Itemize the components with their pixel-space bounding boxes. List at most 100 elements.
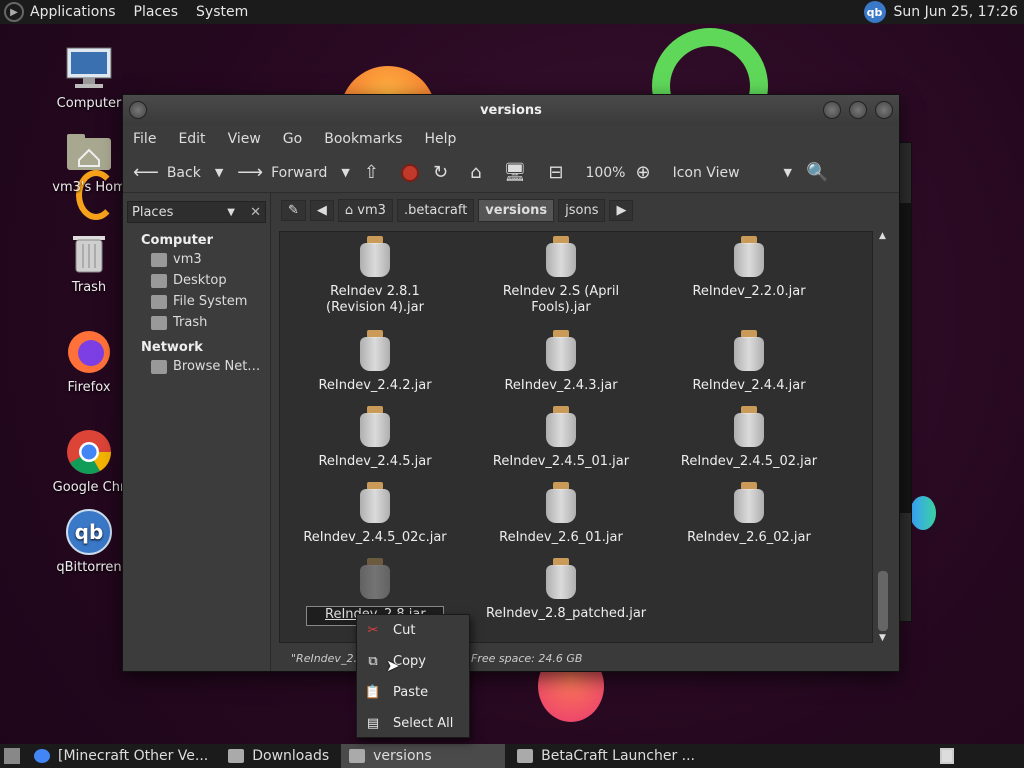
file-item[interactable]: ReIndev_2.4.5.jar: [300, 406, 450, 470]
menu-bookmarks[interactable]: Bookmarks: [324, 131, 402, 147]
window-titlebar[interactable]: versions: [123, 95, 899, 125]
desktop-icon-chrome[interactable]: Google Chr: [44, 428, 134, 495]
desktop-icon-label: Computer: [56, 96, 122, 111]
path-scroll-left-button[interactable]: ◀: [309, 199, 334, 221]
reload-icon: ↻: [432, 162, 449, 183]
menu-file[interactable]: File: [133, 131, 156, 147]
menu-item-paste[interactable]: 📋 Paste: [357, 677, 469, 708]
desktop-icon-label: qBittorren: [56, 560, 122, 575]
system-logo-icon[interactable]: ▶: [4, 2, 24, 22]
file-icon-view[interactable]: ReIndev 2.8.1 (Revision 4).jar ReIndev 2…: [279, 231, 873, 643]
jar-file-icon: [544, 406, 578, 448]
back-history-dropdown-icon[interactable]: ▼: [215, 166, 223, 179]
computer-icon: 🖥: [503, 162, 527, 183]
file-item[interactable]: ReIndev_2.6_01.jar: [486, 482, 636, 546]
up-button[interactable]: ⇧: [364, 162, 387, 183]
file-item[interactable]: ReIndev 2.8.1 (Revision 4).jar: [300, 236, 450, 316]
content-area: ✎ ◀ ⌂ vm3 .betacraft versions jsons ▶ Re…: [275, 193, 899, 671]
menu-edit[interactable]: Edit: [178, 131, 205, 147]
sidebar-selector[interactable]: Places ▼ ✕: [127, 201, 266, 223]
desktop-icon-trash[interactable]: Trash: [44, 228, 134, 295]
crumb-betacraft[interactable]: .betacraft: [396, 198, 475, 222]
qbittorrent-icon: qb: [65, 508, 113, 556]
home-icon: ⌂: [470, 162, 482, 183]
file-manager-window: versions File Edit View Go Bookmarks Hel…: [122, 94, 900, 672]
home-folder-icon: [151, 252, 167, 267]
file-item[interactable]: ReIndev_2.8_patched.jar: [486, 558, 646, 622]
desktop-icon-label: Firefox: [67, 380, 111, 395]
forward-history-dropdown-icon[interactable]: ▼: [341, 166, 349, 179]
workspace-switcher[interactable]: [940, 748, 954, 764]
sidebar-item-trash[interactable]: Trash: [151, 315, 270, 330]
file-item[interactable]: ReIndev_2.2.0.jar: [674, 236, 824, 300]
back-button[interactable]: ⟵ Back ▼: [133, 162, 223, 183]
file-item[interactable]: ReIndev_2.4.4.jar: [674, 330, 824, 394]
jar-file-icon: [732, 482, 766, 524]
sidebar-header-network: Network: [141, 340, 203, 355]
crumb-vm3[interactable]: ⌂ vm3: [337, 198, 393, 222]
menu-view[interactable]: View: [228, 131, 261, 147]
reload-button[interactable]: ↻: [433, 162, 456, 183]
forward-button[interactable]: ⟶ Forward ▼: [237, 162, 350, 183]
minimize-button[interactable]: [823, 101, 841, 119]
task-betacraft[interactable]: BetaCraft Launcher ...: [509, 744, 703, 768]
edit-location-button[interactable]: ✎: [281, 199, 306, 221]
firefox-icon: [65, 328, 113, 376]
menu-places[interactable]: Places: [134, 4, 179, 20]
sidebar-item-desktop[interactable]: Desktop: [151, 273, 270, 288]
scroll-down-icon[interactable]: ▼: [879, 633, 886, 643]
desktop-icon-computer[interactable]: Computer: [44, 44, 134, 111]
desktop-icon-firefox[interactable]: Firefox: [44, 328, 134, 395]
zoom-out-button[interactable]: ⊟: [548, 162, 571, 183]
sidebar: Places ▼ ✕ Computer vm3 Desktop File Sys…: [123, 193, 271, 671]
qbittorrent-tray-icon[interactable]: qb: [863, 1, 886, 23]
window-menu-button[interactable]: [129, 101, 147, 119]
search-button[interactable]: 🔍: [806, 162, 836, 183]
sidebar-item-filesystem[interactable]: File System: [151, 294, 270, 309]
scrollbar-thumb[interactable]: [878, 571, 888, 631]
file-item[interactable]: ReIndev_2.4.5_02.jar: [674, 406, 824, 470]
task-minecraft-chrome[interactable]: [Minecraft Other Ve...: [26, 744, 216, 768]
file-item[interactable]: ReIndev_2.6_02.jar: [674, 482, 824, 546]
computer-button[interactable]: 🖥: [504, 162, 535, 183]
desktop-icon-home[interactable]: vm3's Hom: [44, 128, 134, 195]
jar-file-icon: [544, 236, 578, 278]
close-sidebar-icon[interactable]: ✕: [250, 205, 261, 220]
task-downloads[interactable]: Downloads: [220, 744, 337, 768]
file-item[interactable]: ReIndev 2.S (April Fools).jar: [486, 236, 636, 316]
file-item[interactable]: ReIndev_2.4.3.jar: [486, 330, 636, 394]
menu-item-copy[interactable]: ⧉ Copy: [357, 646, 469, 677]
close-button[interactable]: [875, 101, 893, 119]
scroll-up-icon[interactable]: ▲: [879, 231, 886, 241]
jar-file-icon: [732, 330, 766, 372]
maximize-button[interactable]: [849, 101, 867, 119]
menu-item-select-all[interactable]: ▤ Select All: [357, 708, 469, 739]
menu-go[interactable]: Go: [283, 131, 302, 147]
menu-help[interactable]: Help: [424, 131, 456, 147]
crumb-jsons[interactable]: jsons: [558, 198, 606, 222]
path-scroll-right-button[interactable]: ▶: [609, 199, 634, 221]
file-item[interactable]: ReIndev_2.4.5_02c.jar: [300, 482, 450, 546]
menu-item-cut[interactable]: ✂ Cut: [357, 615, 469, 646]
vertical-scrollbar[interactable]: ▲ ▼: [877, 231, 889, 643]
zoom-in-button[interactable]: ⊕: [635, 162, 658, 183]
menu-applications[interactable]: Applications: [30, 4, 116, 20]
desktop-icon-qbittorrent[interactable]: qb qBittorren: [44, 508, 134, 575]
view-mode-select[interactable]: Icon View ▼: [673, 165, 792, 181]
status-selection: "ReIndev_2.8: [291, 651, 364, 665]
clock[interactable]: Sun Jun 25, 17:26: [894, 4, 1018, 20]
copy-icon: ⧉: [368, 654, 378, 669]
sidebar-item-browse-network[interactable]: Browse Net…: [151, 359, 270, 374]
file-item[interactable]: ReIndev_2.4.2.jar: [300, 330, 450, 394]
task-versions[interactable]: versions: [341, 744, 506, 768]
file-item[interactable]: ReIndev_2.4.5_01.jar: [486, 406, 636, 470]
stop-button[interactable]: [400, 163, 419, 182]
crumb-versions[interactable]: versions: [478, 198, 555, 222]
jar-file-icon: [544, 482, 578, 524]
show-desktop-icon[interactable]: [4, 748, 20, 764]
sidebar-item-vm3[interactable]: vm3: [151, 252, 270, 267]
menu-system[interactable]: System: [196, 4, 248, 20]
network-icon: [151, 359, 167, 374]
home-button[interactable]: ⌂: [470, 162, 489, 183]
bottom-taskbar: [Minecraft Other Ve... Downloads version…: [0, 744, 1024, 768]
